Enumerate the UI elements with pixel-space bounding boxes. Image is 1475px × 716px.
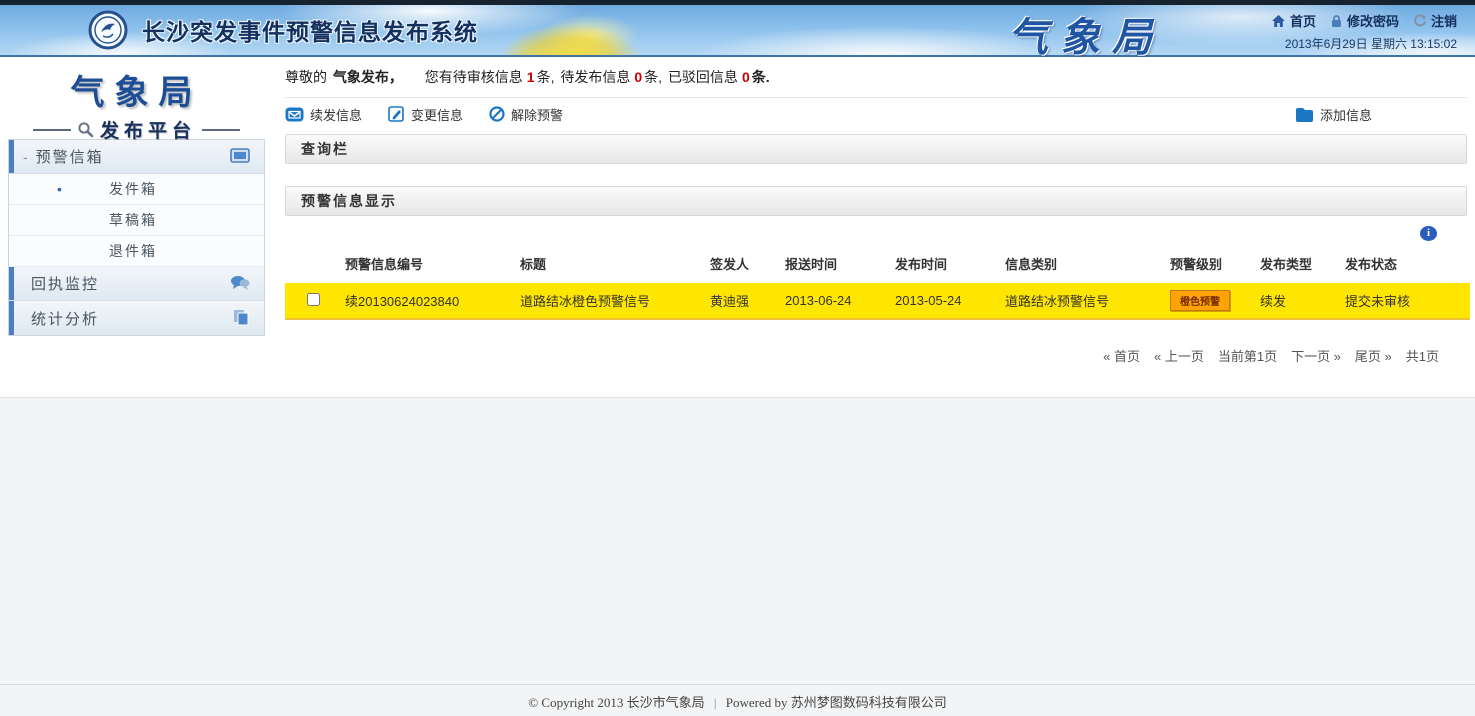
agency-logo bbox=[88, 10, 128, 50]
copyright-text: © Copyright 2013 长沙市气象局 bbox=[528, 695, 704, 710]
folder-icon bbox=[1295, 107, 1314, 122]
table-row[interactable]: 续20130624023840 道路结冰橙色预警信号 黄迪强 2013-06-2… bbox=[285, 283, 1470, 319]
home-icon bbox=[1271, 14, 1286, 28]
cell-publish-type: 续发 bbox=[1250, 283, 1335, 319]
modify-info-button[interactable]: 变更信息 bbox=[388, 105, 463, 124]
row-checkbox[interactable] bbox=[307, 293, 320, 306]
greeting-message: 尊敬的 气象发布， 您有待审核信息1条, 待发布信息0条, 已驳回信息0条. bbox=[285, 67, 1467, 97]
col-category: 信息类别 bbox=[995, 246, 1160, 283]
cancel-warning-button[interactable]: 解除预警 bbox=[489, 105, 563, 124]
page-total: 共1页 bbox=[1406, 346, 1439, 365]
mailbox-icon bbox=[230, 148, 250, 163]
copy-pages-icon bbox=[232, 309, 250, 326]
col-publish-type: 发布类型 bbox=[1250, 246, 1335, 283]
col-submit-time: 报送时间 bbox=[775, 246, 885, 283]
system-title: 长沙突发事件预警信息发布系统 bbox=[142, 13, 478, 47]
add-info-button[interactable]: 添加信息 bbox=[1295, 105, 1372, 124]
resend-info-button[interactable]: 续发信息 bbox=[285, 105, 362, 124]
checkbox-column-header bbox=[285, 246, 335, 283]
envelope-icon bbox=[285, 107, 304, 122]
sidebar-menu: - 预警信箱 • 发件箱 草稿箱 bbox=[8, 139, 265, 336]
decor-line-right bbox=[202, 129, 240, 131]
decor-line-left bbox=[33, 129, 71, 131]
warning-table: 预警信息编号 标题 签发人 报送时间 发布时间 信息类别 预警级别 发布类型 发… bbox=[285, 246, 1470, 320]
col-publish-time: 发布时间 bbox=[885, 246, 995, 283]
sidebar-group-statistics[interactable]: 统计分析 bbox=[9, 301, 264, 335]
sidebar-logo-subtitle: 发布平台 bbox=[100, 116, 196, 143]
app-header: 长沙突发事件预警信息发布系统 气象局 首页 修改密码 bbox=[0, 5, 1475, 57]
sidebar-item-outbox[interactable]: • 发件箱 bbox=[9, 174, 264, 205]
pending-review-count: 1 bbox=[525, 69, 537, 85]
cell-issuer: 黄迪强 bbox=[700, 283, 775, 319]
toolbar: 续发信息 变更信息 解除预警 bbox=[285, 97, 1467, 130]
warning-table-panel: i 预警信息编号 标题 签发人 报送时间 发布时间 信息类别 bbox=[285, 216, 1467, 365]
prohibit-icon bbox=[489, 106, 505, 122]
page-last[interactable]: 尾页 » bbox=[1355, 346, 1392, 365]
info-icon[interactable]: i bbox=[1420, 226, 1437, 241]
query-bar[interactable]: 查询栏 bbox=[285, 134, 1467, 164]
sidebar-submenu: • 发件箱 草稿箱 退件箱 bbox=[9, 174, 264, 267]
edit-icon bbox=[388, 106, 405, 122]
sidebar-item-drafts[interactable]: 草稿箱 bbox=[9, 205, 264, 236]
rejected-count: 0 bbox=[740, 69, 752, 85]
sidebar-item-returned[interactable]: 退件箱 bbox=[9, 236, 264, 267]
sidebar-logo: 气象局 发布平台 bbox=[8, 59, 265, 139]
col-title: 标题 bbox=[510, 246, 700, 283]
cell-submit-time: 2013-06-24 bbox=[775, 283, 885, 319]
content-area: 气象局 发布平台 - 预警信箱 bbox=[0, 57, 1475, 398]
cell-title: 道路结冰橙色预警信号 bbox=[510, 283, 700, 319]
pagination: « 首页 « 上一页 当前第1页 下一页 » 尾页 » 共1页 bbox=[285, 346, 1467, 365]
active-bar bbox=[9, 140, 14, 173]
nav-change-password[interactable]: 修改密码 bbox=[1330, 11, 1399, 30]
org-title: 气象局 bbox=[1008, 5, 1164, 63]
col-level: 预警级别 bbox=[1160, 246, 1250, 283]
footer: © Copyright 2013 长沙市气象局 | Powered by 苏州梦… bbox=[0, 692, 1475, 711]
nav-home[interactable]: 首页 bbox=[1271, 11, 1316, 30]
cell-publish-time: 2013-05-24 bbox=[885, 283, 995, 319]
search-icon bbox=[77, 121, 94, 138]
active-dot: • bbox=[57, 181, 62, 197]
cell-category: 道路结冰预警信号 bbox=[995, 283, 1160, 319]
chat-bubbles-icon bbox=[230, 275, 250, 291]
sidebar-group-receipt-monitor[interactable]: 回执监控 bbox=[9, 267, 264, 301]
datetime: 2013年6月29日 星期六 13:15:02 bbox=[1271, 35, 1457, 52]
sidebar-logo-title: 气象局 bbox=[8, 65, 265, 114]
active-bar bbox=[9, 267, 14, 300]
table-header-row: 预警信息编号 标题 签发人 报送时间 发布时间 信息类别 预警级别 发布类型 发… bbox=[285, 246, 1470, 283]
warning-level-badge: 橙色预警 bbox=[1170, 290, 1230, 311]
page-first[interactable]: « 首页 bbox=[1103, 346, 1140, 365]
page-prev[interactable]: « 上一页 bbox=[1154, 346, 1204, 365]
powered-by-text: Powered by 苏州梦图数码科技有限公司 bbox=[726, 695, 947, 710]
page-next[interactable]: 下一页 » bbox=[1291, 346, 1341, 365]
cell-status: 提交未审核 bbox=[1335, 283, 1470, 319]
cell-warning-id: 续20130624023840 bbox=[335, 283, 510, 319]
active-bar bbox=[9, 301, 14, 335]
sidebar: 气象局 发布平台 - 预警信箱 bbox=[8, 59, 265, 336]
col-status: 发布状态 bbox=[1335, 246, 1470, 283]
warning-display-bar: 预警信息显示 bbox=[285, 186, 1467, 216]
page-current: 当前第1页 bbox=[1218, 346, 1277, 365]
main-content: 尊敬的 气象发布， 您有待审核信息1条, 待发布信息0条, 已驳回信息0条. 续… bbox=[285, 67, 1467, 365]
lock-icon bbox=[1330, 14, 1343, 28]
sidebar-group-warning-mailbox[interactable]: - 预警信箱 bbox=[9, 140, 264, 174]
pending-publish-count: 0 bbox=[632, 69, 644, 85]
logout-icon bbox=[1413, 14, 1427, 28]
nav-logout[interactable]: 注销 bbox=[1413, 11, 1457, 30]
col-issuer: 签发人 bbox=[700, 246, 775, 283]
col-warning-id: 预警信息编号 bbox=[335, 246, 510, 283]
current-user: 气象发布， bbox=[333, 69, 403, 85]
footer-divider bbox=[0, 684, 1475, 685]
collapse-indicator: - bbox=[23, 149, 28, 165]
